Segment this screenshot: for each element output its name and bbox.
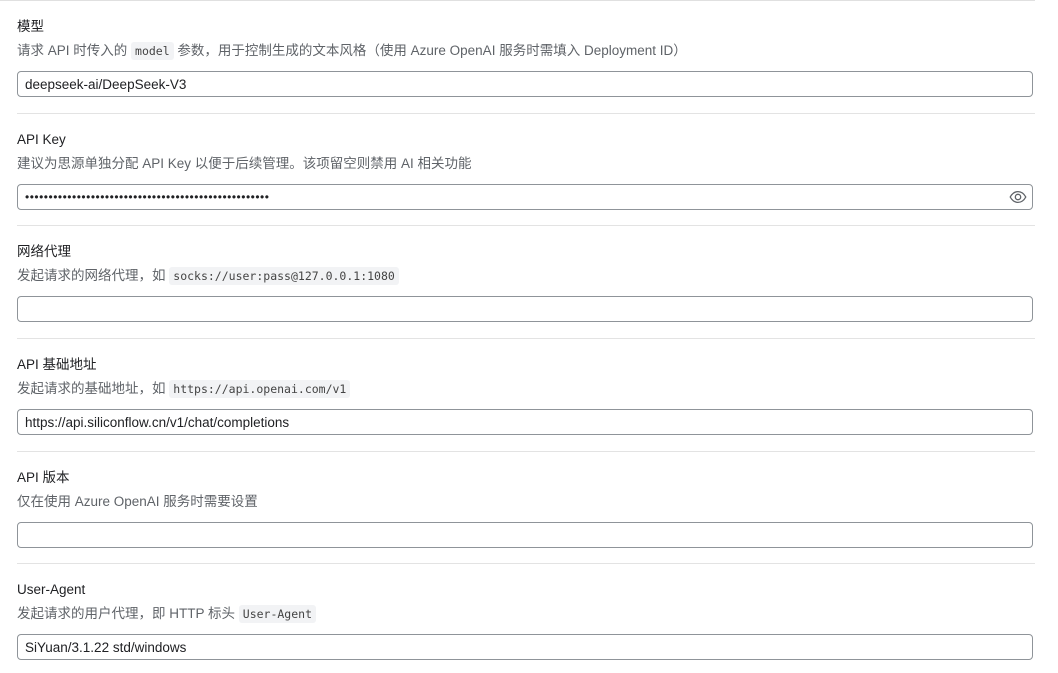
base-url-description: 发起请求的基础地址，如 https://api.openai.com/v1	[17, 380, 1035, 398]
base-url-title: API 基础地址	[17, 357, 97, 372]
api-version-section: API 版本 仅在使用 Azure OpenAI 服务时需要设置	[17, 469, 1035, 548]
proxy-desc-code: socks://user:pass@127.0.0.1:1080	[169, 267, 399, 285]
api-version-description: 仅在使用 Azure OpenAI 服务时需要设置	[17, 494, 258, 509]
api-version-title: API 版本	[17, 470, 70, 485]
proxy-desc-text: 发起请求的网络代理，如	[17, 268, 170, 283]
base-url-input[interactable]	[18, 410, 1032, 434]
model-description: 请求 API 时传入的 model 参数，用于控制生成的文本风格（使用 Azur…	[17, 42, 1035, 60]
api-key-section: API Key 建议为思源单独分配 API Key 以便于后续管理。该项留空则禁…	[17, 131, 1035, 210]
model-desc-text-end: 参数，用于控制生成的文本风格（使用 Azure OpenAI 服务时需填入 De…	[173, 43, 687, 58]
api-key-field	[17, 184, 1033, 210]
top-divider	[0, 0, 1035, 1]
model-section: 模型 请求 API 时传入的 model 参数，用于控制生成的文本风格（使用 A…	[17, 18, 1035, 97]
divider	[17, 225, 1035, 226]
divider	[17, 338, 1035, 339]
model-desc-text: 请求 API 时传入的	[17, 43, 132, 58]
proxy-field	[17, 296, 1033, 322]
model-input[interactable]	[18, 72, 1032, 96]
user-agent-field	[17, 634, 1033, 660]
model-title: 模型	[17, 19, 44, 34]
proxy-description: 发起请求的网络代理，如 socks://user:pass@127.0.0.1:…	[17, 267, 1035, 285]
proxy-section: 网络代理 发起请求的网络代理，如 socks://user:pass@127.0…	[17, 243, 1035, 322]
proxy-input[interactable]	[18, 297, 1032, 321]
api-version-input[interactable]	[18, 523, 1032, 547]
user-agent-title: User-Agent	[17, 582, 86, 597]
user-agent-desc-text: 发起请求的用户代理，即 HTTP 标头	[17, 606, 239, 621]
user-agent-section: User-Agent 发起请求的用户代理，即 HTTP 标头 User-Agen…	[17, 581, 1035, 660]
api-version-field	[17, 522, 1033, 548]
model-field	[17, 71, 1033, 97]
eye-icon[interactable]	[1009, 189, 1027, 205]
base-url-section: API 基础地址 发起请求的基础地址，如 https://api.openai.…	[17, 356, 1035, 435]
api-key-title: API Key	[17, 132, 66, 147]
base-url-desc-code: https://api.openai.com/v1	[169, 380, 351, 398]
api-key-description: 建议为思源单独分配 API Key 以便于后续管理。该项留空则禁用 AI 相关功…	[17, 156, 472, 171]
divider	[17, 451, 1035, 452]
user-agent-description: 发起请求的用户代理，即 HTTP 标头 User-Agent	[17, 605, 1035, 623]
model-desc-code: model	[131, 42, 174, 60]
divider	[17, 563, 1035, 564]
base-url-field	[17, 409, 1033, 435]
user-agent-desc-code: User-Agent	[238, 605, 317, 623]
user-agent-input[interactable]	[18, 635, 1032, 659]
base-url-desc-text: 发起请求的基础地址，如	[17, 381, 170, 396]
divider	[17, 113, 1035, 114]
proxy-title: 网络代理	[17, 244, 71, 259]
api-key-input[interactable]	[18, 185, 1032, 209]
